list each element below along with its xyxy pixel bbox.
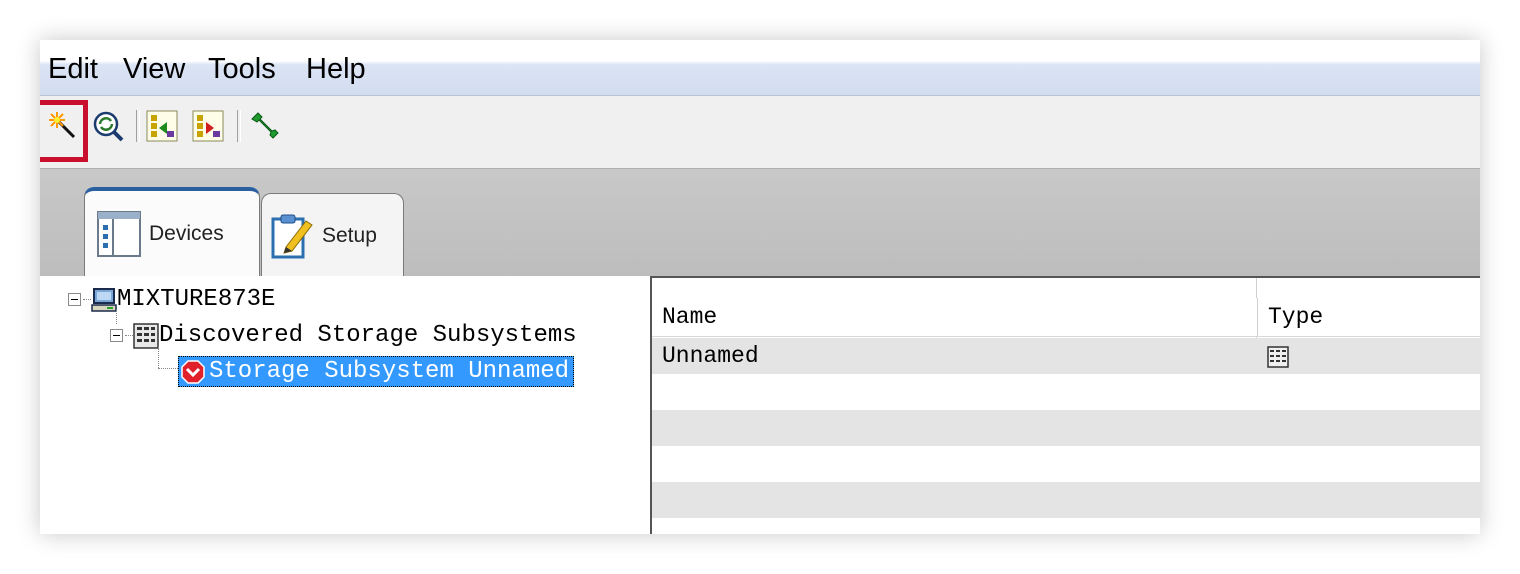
- error-status-icon: [181, 359, 205, 384]
- tree-connector: [158, 346, 159, 368]
- table-row-empty: [652, 482, 1480, 518]
- wrench-icon: [251, 112, 279, 139]
- storage-group-icon: [133, 322, 159, 349]
- table-row-empty: [652, 410, 1480, 446]
- collapse-toggle[interactable]: [110, 329, 123, 342]
- content-area: MIXTURE873E Discovered Storage Subsystem…: [40, 276, 1480, 534]
- new-wizard-icon: [49, 112, 76, 139]
- toolbar-separator: [136, 110, 140, 142]
- tab-devices[interactable]: Devices: [84, 187, 260, 277]
- tab-setup[interactable]: Setup: [261, 193, 404, 277]
- table-row-empty: [652, 374, 1480, 410]
- cell-name: Unnamed: [662, 343, 759, 369]
- table-row-empty: [652, 518, 1480, 534]
- tree-group-label: Discovered Storage Subsystems: [159, 322, 577, 349]
- tree-connector: [158, 368, 178, 369]
- table-row-empty: [652, 446, 1480, 482]
- table-row[interactable]: Unnamed: [652, 338, 1480, 374]
- tree-node-host[interactable]: MIXTURE873E: [68, 286, 275, 313]
- tree-connector: [125, 335, 133, 336]
- cell-type: [1257, 338, 1480, 374]
- toolbar-separator: [237, 110, 241, 142]
- menu-view[interactable]: View: [123, 52, 185, 86]
- tab-devices-label: Devices: [149, 222, 224, 245]
- tree-subsystem-label: Storage Subsystem Unnamed: [209, 358, 570, 385]
- device-tree: MIXTURE873E Discovered Storage Subsystem…: [40, 276, 648, 534]
- subsystem-table: Name Type Unnamed: [650, 276, 1480, 534]
- toolbar: [40, 96, 1480, 168]
- devices-icon: [97, 211, 141, 257]
- refresh-search-icon: [93, 111, 124, 142]
- tab-setup-label: Setup: [322, 223, 377, 247]
- navigate-back-button[interactable]: [144, 108, 180, 144]
- menu-help[interactable]: Help: [306, 52, 366, 86]
- column-header-name[interactable]: Name: [652, 298, 1256, 336]
- navigate-forward-button[interactable]: [190, 108, 226, 144]
- table-header: Name Type: [652, 298, 1480, 337]
- computer-icon: [91, 287, 117, 312]
- navigate-forward-icon: [192, 110, 224, 142]
- tools-button[interactable]: [247, 108, 283, 144]
- app-window: Edit View Tools Help Devices Setup MIXTU…: [40, 40, 1480, 534]
- setup-clipboard-icon: [271, 214, 313, 258]
- refresh-button[interactable]: [90, 108, 126, 144]
- new-wizard-button[interactable]: [45, 108, 81, 144]
- tree-connector: [83, 299, 91, 300]
- menu-edit[interactable]: Edit: [48, 52, 98, 86]
- tree-host-label: MIXTURE873E: [117, 286, 276, 313]
- column-header-type[interactable]: Type: [1257, 298, 1480, 336]
- tree-node-discovered[interactable]: Discovered Storage Subsystems: [110, 322, 577, 349]
- navigate-back-icon: [146, 110, 178, 142]
- menu-bar: Edit View Tools Help: [40, 40, 1480, 96]
- tab-strip: Devices Setup: [40, 168, 1480, 277]
- menu-tools[interactable]: Tools: [208, 52, 276, 86]
- storage-array-icon: [1267, 346, 1289, 368]
- collapse-toggle[interactable]: [68, 293, 81, 306]
- tree-node-subsystem[interactable]: Storage Subsystem Unnamed: [178, 356, 575, 387]
